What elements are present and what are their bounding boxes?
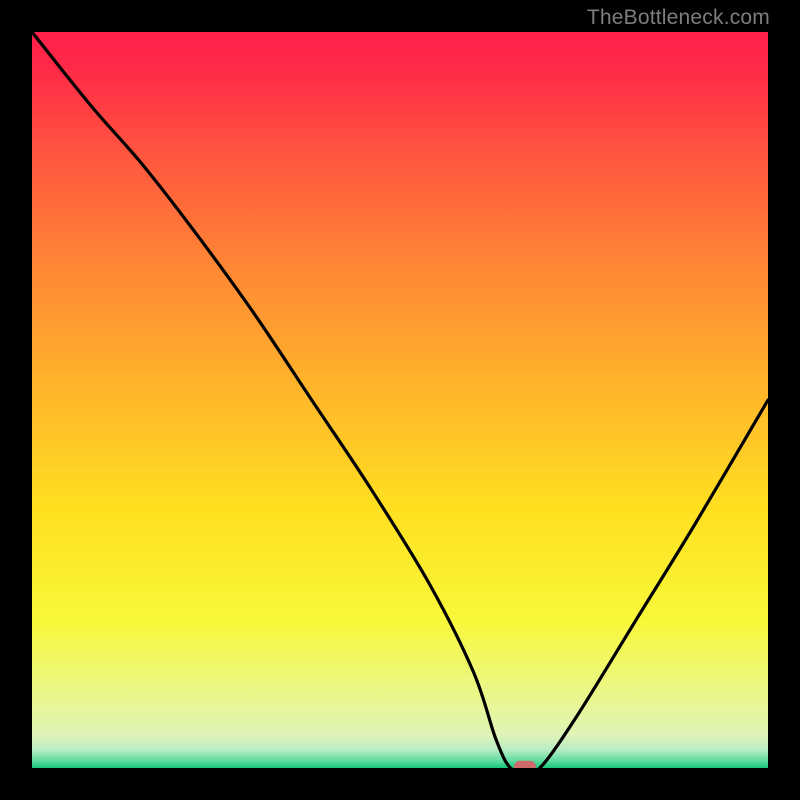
- bottleneck-curve: [32, 32, 768, 768]
- watermark-text: TheBottleneck.com: [587, 6, 770, 30]
- optimal-marker: [514, 761, 536, 768]
- plot-area: [32, 32, 768, 768]
- chart-stage: TheBottleneck.com: [0, 0, 800, 800]
